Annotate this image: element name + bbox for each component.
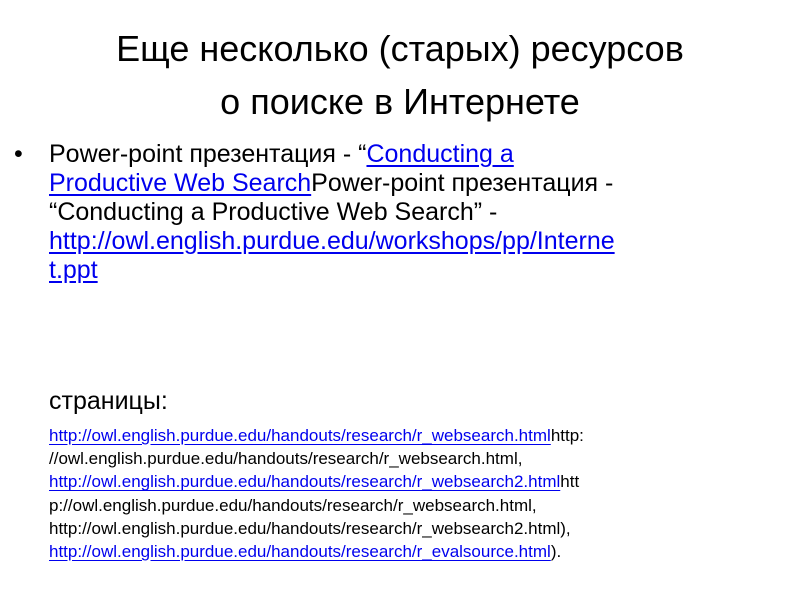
link-websearch2[interactable]: http://owl.english.purdue.edu/handouts/r… bbox=[49, 472, 560, 491]
pages-line-3: http://owl.english.purdue.edu/handouts/r… bbox=[49, 470, 794, 493]
bullet-line-1: Power-point презентация - “Conducting a bbox=[49, 140, 774, 169]
slide-title-line-2: о поиске в Интернете bbox=[220, 81, 580, 122]
pages-label: страницы: bbox=[49, 387, 168, 415]
bullet-item: • Power-point презентация - “Conducting … bbox=[14, 140, 774, 285]
bullet-text: Power-point презентация - bbox=[311, 169, 614, 197]
bullet-line-5: t.ppt bbox=[49, 256, 774, 285]
slide-title-line-1: Еще несколько (старых) ресурсов bbox=[116, 28, 684, 69]
bullet-line-3: “Conducting a Productive Web Search” - bbox=[49, 198, 774, 227]
pages-line-2: //owl.english.purdue.edu/handouts/resear… bbox=[49, 447, 794, 470]
bullet-text: “Conducting a Productive Web Search” - bbox=[49, 198, 498, 226]
pages-text: http: bbox=[550, 426, 584, 445]
pages-line-5: http://owl.english.purdue.edu/handouts/r… bbox=[49, 517, 794, 540]
pages-text: http://owl.english.purdue.edu/handouts/r… bbox=[49, 518, 571, 538]
bullet-line-4: http://owl.english.purdue.edu/workshops/… bbox=[49, 227, 774, 256]
pages-text: ). bbox=[550, 542, 562, 562]
slide: Еще несколько (старых) ресурсов о поиске… bbox=[0, 0, 800, 600]
pages-text: //owl.english.purdue.edu/handouts/resear… bbox=[49, 449, 523, 469]
link-owl-ppt[interactable]: http://owl.english.purdue.edu/workshops/… bbox=[49, 227, 615, 255]
bullet-line-2: Productive Web SearchPower-point презент… bbox=[49, 169, 774, 198]
link-conducting-search[interactable]: Conducting a bbox=[366, 140, 513, 168]
link-websearch[interactable]: http://owl.english.purdue.edu/handouts/r… bbox=[49, 426, 551, 445]
pages-text: p://owl.english.purdue.edu/handouts/rese… bbox=[49, 495, 537, 515]
pages-text: htt bbox=[560, 472, 580, 492]
pages-line-4: p://owl.english.purdue.edu/handouts/rese… bbox=[49, 494, 794, 517]
pages-line-1: http://owl.english.purdue.edu/handouts/r… bbox=[49, 424, 794, 447]
bullet-marker: • bbox=[14, 140, 23, 168]
bullet-text: Power-point презентация - “ bbox=[49, 140, 367, 168]
link-owl-ppt-cont[interactable]: t.ppt bbox=[49, 256, 98, 284]
link-conducting-search-cont[interactable]: Productive Web Search bbox=[49, 169, 311, 197]
slide-title: Еще несколько (старых) ресурсов о поиске… bbox=[20, 22, 780, 128]
link-evalsource[interactable]: http://owl.english.purdue.edu/handouts/r… bbox=[49, 542, 551, 561]
pages-links-block: http://owl.english.purdue.edu/handouts/r… bbox=[49, 424, 794, 563]
pages-line-6: http://owl.english.purdue.edu/handouts/r… bbox=[49, 540, 794, 563]
